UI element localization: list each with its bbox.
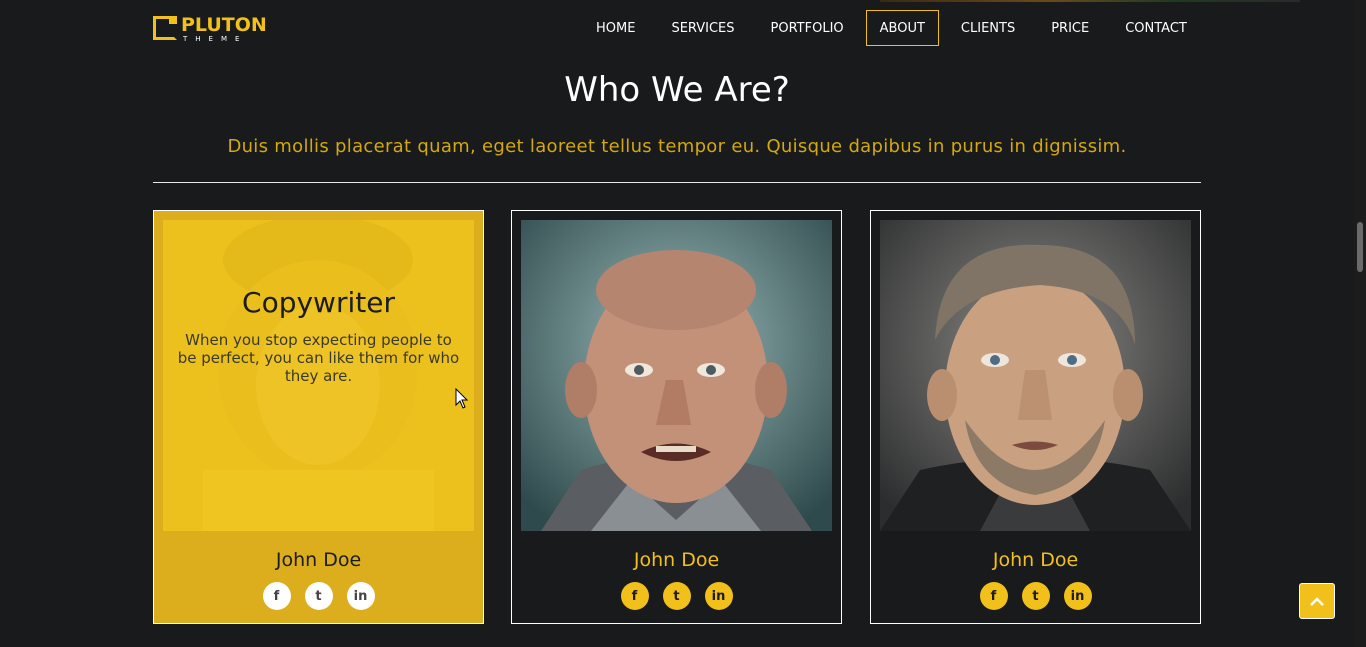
linkedin-icon[interactable]: in <box>346 582 375 610</box>
mouse-cursor-icon <box>455 388 469 409</box>
nav-item-clients[interactable]: CLIENTS <box>947 10 1029 46</box>
nav-item-price[interactable]: PRICE <box>1037 10 1103 46</box>
team-name: John Doe <box>992 549 1079 571</box>
main-nav: HOME SERVICES PORTFOLIO ABOUT CLIENTS PR… <box>582 10 1209 46</box>
social-links: f t in <box>512 582 841 610</box>
nav-item-about[interactable]: ABOUT <box>865 10 939 46</box>
section-divider <box>153 182 1201 183</box>
section-subtitle: Duis mollis placerat quam, eget laoreet … <box>227 136 1127 157</box>
scrollbar[interactable] <box>1354 0 1366 647</box>
twitter-icon[interactable]: t <box>662 582 691 610</box>
nav-item-services[interactable]: SERVICES <box>657 10 748 46</box>
linkedin-icon[interactable]: in <box>1063 582 1092 610</box>
team-photo: Copywriter When you stop expecting peopl… <box>163 220 474 531</box>
social-links: f t in <box>154 582 483 610</box>
brand-sub: THEME <box>183 35 248 43</box>
nav-item-portfolio[interactable]: PORTFOLIO <box>757 10 858 46</box>
team-card[interactable]: Copywriter When you stop expecting peopl… <box>153 210 484 624</box>
nav-item-home[interactable]: HOME <box>582 10 649 46</box>
brand-name: PLUTON <box>181 14 267 36</box>
social-links: f t in <box>871 582 1200 610</box>
team-quote: When you stop expecting people to be per… <box>177 331 460 385</box>
section-title: Who We Are? <box>564 70 790 110</box>
scrollbar-thumb[interactable] <box>1357 222 1363 272</box>
header-strip <box>880 0 1300 2</box>
team-name: John Doe <box>275 549 362 571</box>
twitter-icon[interactable]: t <box>1021 582 1050 610</box>
linkedin-icon[interactable]: in <box>704 582 733 610</box>
team-card[interactable]: John Doe f t in <box>870 210 1201 624</box>
logo-icon <box>153 16 177 40</box>
facebook-icon[interactable]: f <box>620 582 649 610</box>
chevron-up-icon <box>1310 597 1324 606</box>
facebook-icon[interactable]: f <box>262 582 291 610</box>
facebook-icon[interactable]: f <box>979 582 1008 610</box>
twitter-icon[interactable]: t <box>304 582 333 610</box>
back-to-top-button[interactable] <box>1299 583 1335 619</box>
team-photo <box>521 220 832 531</box>
nav-item-contact[interactable]: CONTACT <box>1111 10 1201 46</box>
team-photo <box>880 220 1191 531</box>
team-card[interactable]: John Doe f t in <box>511 210 842 624</box>
top-navbar: PLUTON THEME HOME SERVICES PORTFOLIO ABO… <box>0 0 1354 56</box>
team-name: John Doe <box>633 549 720 571</box>
team-role: Copywriter <box>242 286 395 319</box>
brand-logo[interactable]: PLUTON THEME <box>153 14 267 43</box>
